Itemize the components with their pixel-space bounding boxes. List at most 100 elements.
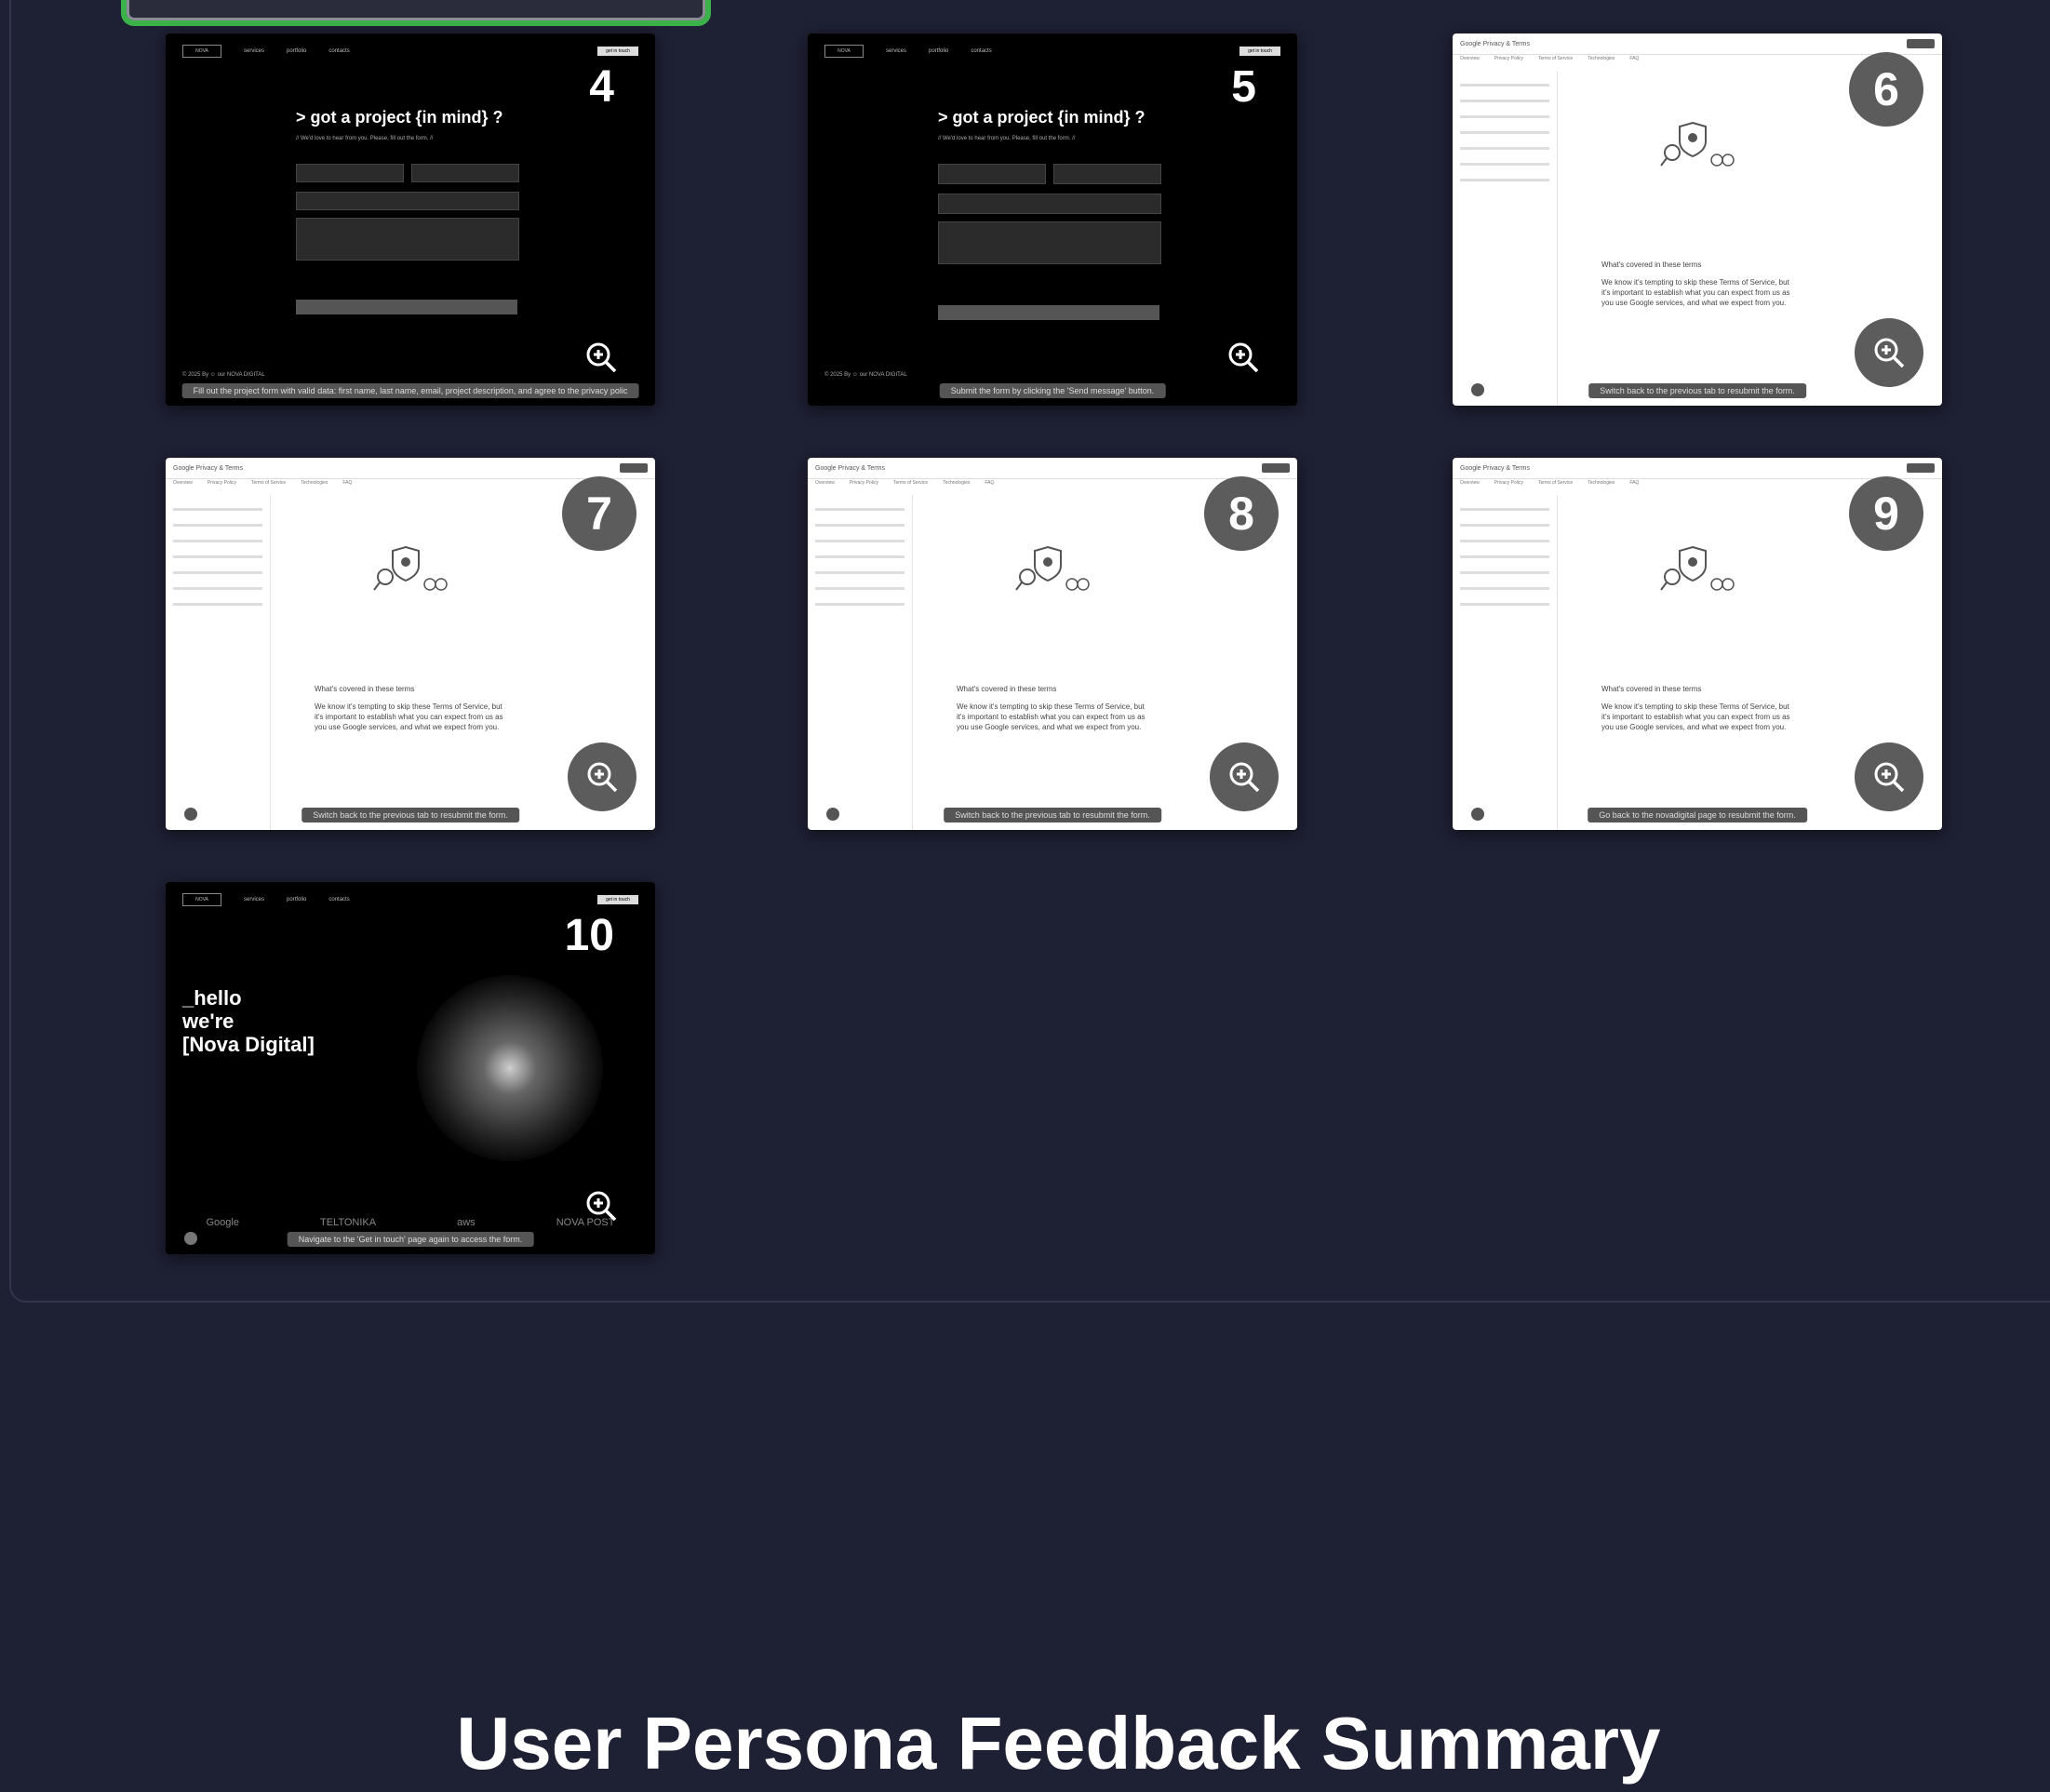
partner-logo: aws bbox=[457, 1217, 476, 1228]
doc-heading: What's covered in these terms bbox=[1601, 261, 1702, 269]
shield-illustration-icon bbox=[373, 545, 448, 591]
form-title: > got a project {in mind} ? bbox=[296, 108, 503, 127]
nav-item: portfolio bbox=[287, 48, 307, 54]
zoom-in-icon bbox=[1228, 342, 1259, 373]
last-name-field bbox=[1053, 164, 1161, 184]
zoom-in-button[interactable] bbox=[568, 742, 636, 811]
site-footer: © 2025 By ☺ our NOVA DIGITAL bbox=[824, 372, 907, 378]
doc-tab: FAQ bbox=[342, 480, 353, 486]
screenshot-card-7[interactable]: Google Privacy & Terms Overview Privacy P… bbox=[166, 458, 655, 830]
zoom-in-button[interactable] bbox=[1855, 318, 1923, 387]
nav-item: contacts bbox=[971, 48, 992, 54]
screenshot-card-9[interactable]: Google Privacy & Terms Overview Privacy P… bbox=[1453, 458, 1942, 830]
doc-heading: What's covered in these terms bbox=[315, 685, 415, 693]
site-nav: NOVA services portfolio contacts get in … bbox=[824, 43, 1280, 60]
shield-illustration-icon bbox=[1015, 545, 1090, 591]
doc-tab: FAQ bbox=[985, 480, 995, 486]
screenshot-card-8[interactable]: Google Privacy & Terms Overview Privacy P… bbox=[808, 458, 1297, 830]
email-field bbox=[938, 194, 1161, 214]
zoom-in-icon bbox=[1874, 762, 1905, 793]
doc-heading: What's covered in these terms bbox=[957, 685, 1057, 693]
step-number: 10 bbox=[564, 911, 614, 960]
doc-tab: Privacy Policy bbox=[1494, 56, 1523, 61]
get-in-touch-button: get in touch bbox=[1239, 47, 1280, 56]
doc-title: Google Privacy & Terms bbox=[1460, 464, 1530, 472]
first-name-field bbox=[938, 164, 1046, 184]
doc-header: Google Privacy & Terms bbox=[1453, 458, 1942, 479]
site-footer: © 2025 By ☺ our NOVA DIGITAL bbox=[182, 372, 265, 378]
first-name-field bbox=[296, 164, 404, 182]
zoom-in-button[interactable] bbox=[581, 1185, 622, 1226]
zoom-in-icon bbox=[586, 1191, 617, 1222]
help-dot bbox=[1471, 383, 1484, 396]
doc-tab: Terms of Service bbox=[1537, 480, 1574, 486]
nav-item: services bbox=[886, 48, 907, 54]
hero-line: we're bbox=[182, 1010, 234, 1033]
doc-paragraph: We know it's tempting to skip these Term… bbox=[957, 702, 1146, 731]
doc-tab: Overview bbox=[173, 480, 193, 486]
step-number: 9 bbox=[1849, 476, 1923, 551]
doc-sidebar bbox=[1453, 71, 1558, 406]
doc-tabs: Overview Privacy Policy Terms of Service Te… bbox=[1460, 56, 1639, 61]
doc-header: Google Privacy & Terms bbox=[808, 458, 1297, 479]
step-number: 6 bbox=[1849, 52, 1923, 127]
send-message-button bbox=[296, 300, 517, 314]
zoom-in-icon bbox=[1229, 762, 1260, 793]
step-number: 4 bbox=[589, 62, 614, 112]
site-nav: NOVA services portfolio contacts get in … bbox=[182, 43, 638, 60]
doc-tabs: Overview Privacy Policy Terms of Service Te… bbox=[1460, 480, 1639, 486]
doc-tab: Terms of Service bbox=[892, 480, 929, 486]
screenshot-card-10[interactable]: NOVA services portfolio contacts get in … bbox=[166, 882, 655, 1254]
zoom-in-button[interactable] bbox=[1223, 337, 1264, 378]
form-title: > got a project {in mind} ? bbox=[938, 108, 1146, 127]
hero-headline: _hello we're [Nova Digital] bbox=[182, 986, 315, 1056]
zoom-in-icon bbox=[587, 762, 618, 793]
sign-in-button bbox=[1907, 39, 1935, 48]
nav-item: contacts bbox=[328, 48, 350, 54]
get-in-touch-button: get in touch bbox=[597, 895, 638, 904]
nav-item: services bbox=[244, 48, 265, 54]
zoom-in-button[interactable] bbox=[581, 337, 622, 378]
zoom-in-button[interactable] bbox=[1855, 742, 1923, 811]
doc-tab: Technologies bbox=[1588, 56, 1615, 61]
step-caption: Switch back to the previous tab to resub… bbox=[1588, 383, 1806, 398]
nav-item: contacts bbox=[328, 897, 350, 903]
zoom-in-icon bbox=[1874, 338, 1905, 368]
email-field bbox=[296, 192, 519, 210]
screenshot-card-6[interactable]: Google Privacy & Terms Overview Privacy P… bbox=[1453, 33, 1942, 406]
step-caption: Fill out the project form with valid dat… bbox=[181, 383, 639, 398]
step-caption: Switch back to the previous tab to resub… bbox=[301, 808, 519, 822]
doc-tab: FAQ bbox=[1629, 56, 1640, 61]
help-dot bbox=[826, 808, 839, 821]
selected-screenshot-thumbnail[interactable] bbox=[121, 0, 711, 26]
doc-paragraph: We know it's tempting to skip these Term… bbox=[1601, 702, 1790, 731]
hero-line: _hello bbox=[182, 986, 242, 1010]
step-caption: Navigate to the 'Get in touch' page agai… bbox=[287, 1232, 534, 1247]
sign-in-button bbox=[620, 463, 648, 473]
doc-tab: Privacy Policy bbox=[1494, 480, 1523, 486]
doc-sidebar bbox=[1453, 495, 1558, 830]
help-dot bbox=[184, 808, 197, 821]
site-logo: NOVA bbox=[182, 893, 221, 906]
nav-item: services bbox=[244, 897, 265, 903]
doc-sidebar bbox=[808, 495, 913, 830]
screenshot-card-5[interactable]: NOVA services portfolio contacts get in … bbox=[808, 33, 1297, 406]
doc-tab: Overview bbox=[1460, 480, 1480, 486]
doc-title: Google Privacy & Terms bbox=[173, 464, 243, 472]
site-nav: NOVA services portfolio contacts get in … bbox=[182, 891, 638, 908]
doc-tab: Overview bbox=[815, 480, 835, 486]
screenshot-card-4[interactable]: NOVA services portfolio contacts get in … bbox=[166, 33, 655, 406]
partner-logo: TELTONIKA bbox=[320, 1217, 377, 1228]
partner-logo: Google bbox=[206, 1217, 239, 1228]
shield-illustration-icon bbox=[1660, 121, 1735, 167]
doc-heading: What's covered in these terms bbox=[1601, 685, 1702, 693]
doc-tab: Technologies bbox=[943, 480, 971, 486]
doc-tab: FAQ bbox=[1629, 480, 1640, 486]
doc-tab: Technologies bbox=[301, 480, 328, 486]
zoom-in-button[interactable] bbox=[1210, 742, 1279, 811]
zoom-in-icon bbox=[586, 342, 617, 373]
doc-title: Google Privacy & Terms bbox=[815, 464, 885, 472]
doc-title: Google Privacy & Terms bbox=[1460, 40, 1530, 47]
shield-illustration-icon bbox=[1660, 545, 1735, 591]
doc-tab: Privacy Policy bbox=[849, 480, 878, 486]
